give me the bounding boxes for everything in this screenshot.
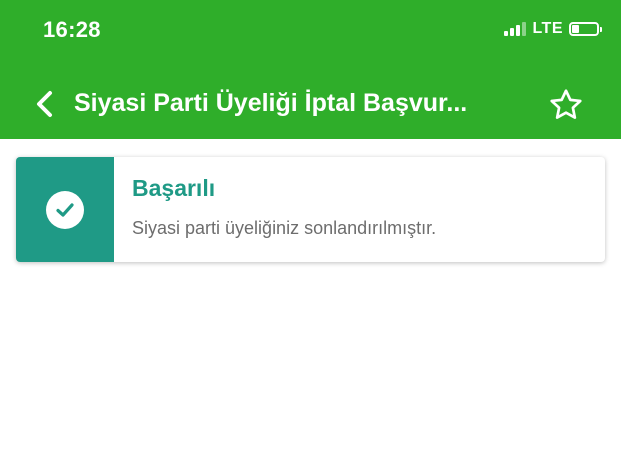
favorite-button[interactable] [547, 86, 585, 124]
battery-icon [569, 22, 602, 36]
chevron-left-icon [37, 91, 52, 117]
success-title: Başarılı [132, 175, 216, 201]
check-circle-icon [46, 190, 84, 229]
star-outline-icon [550, 89, 582, 119]
signal-icon [504, 22, 527, 36]
network-type: LTE [532, 20, 563, 37]
battery-level [572, 25, 579, 33]
success-message: Siyasi parti üyeliğiniz sonlandırılmıştı… [132, 218, 437, 238]
success-icon-strip [16, 157, 114, 262]
app-header: 16:28 LTE Siyasi Parti Üyeliği İptal Baş… [0, 0, 621, 139]
back-button[interactable] [28, 88, 60, 120]
success-card: Başarılı Siyasi parti üyeliğiniz sonland… [16, 157, 605, 262]
check-icon [56, 202, 74, 217]
status-time: 16:28 [43, 17, 101, 42]
status-indicators: LTE [504, 20, 602, 38]
page-title: Siyasi Parti Üyeliği İptal Başvur... [74, 89, 468, 117]
nav-bar: Siyasi Parti Üyeliği İptal Başvur... [0, 78, 621, 130]
